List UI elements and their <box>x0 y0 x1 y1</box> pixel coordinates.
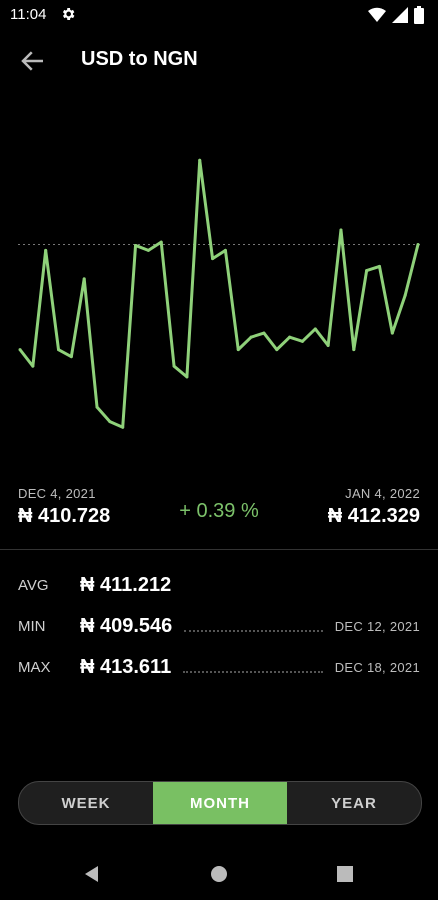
dotted-leader <box>184 630 323 632</box>
data-point <box>69 355 73 359</box>
tab-month[interactable]: MONTH <box>153 782 287 824</box>
data-point <box>326 343 330 347</box>
data-point <box>44 248 48 252</box>
stat-min-row: MIN ₦ 409.546 DEC 12, 2021 <box>18 614 420 638</box>
period-selector: WEEK MONTH YEAR <box>18 781 422 825</box>
data-point <box>390 331 394 335</box>
dotted-leader <box>183 671 323 673</box>
start-date: DEC 4, 2021 <box>18 486 96 501</box>
data-point <box>95 405 99 409</box>
app-bar: USD to NGN <box>0 34 438 90</box>
battery-icon <box>414 6 424 24</box>
data-point <box>249 335 253 339</box>
stat-avg-label: AVG <box>18 576 49 594</box>
data-point <box>416 242 420 246</box>
data-point <box>223 248 227 252</box>
wifi-icon <box>368 7 386 23</box>
stat-avg-row: AVG ₦ 411.212 <box>18 573 420 597</box>
recents-square-icon[interactable] <box>333 862 357 886</box>
data-point <box>198 158 202 162</box>
end-date: JAN 4, 2022 <box>345 486 420 501</box>
status-bar: 11:04 <box>0 0 438 30</box>
data-point <box>288 335 292 339</box>
tab-week[interactable]: WEEK <box>19 782 153 824</box>
system-nav-bar <box>0 850 438 900</box>
data-point <box>18 348 22 352</box>
data-point <box>134 243 138 247</box>
data-point <box>82 277 86 281</box>
data-point <box>108 420 112 424</box>
stat-min-value: ₦ 409.546 <box>80 614 173 637</box>
data-point <box>339 228 343 232</box>
stat-max-label: MAX <box>18 658 51 676</box>
arrow-left-icon[interactable] <box>18 46 48 76</box>
range-end: JAN 4, 2022 ₦ 412.329 <box>328 486 420 528</box>
rate-series-line <box>18 158 420 429</box>
data-point <box>57 348 61 352</box>
data-point <box>31 364 35 368</box>
stat-max-row: MAX ₦ 413.611 DEC 18, 2021 <box>18 655 420 679</box>
data-point <box>365 269 369 273</box>
rate-line-chart[interactable] <box>0 105 438 465</box>
data-point <box>146 248 150 252</box>
stat-max-value: ₦ 413.611 <box>80 655 172 678</box>
stat-min-label: MIN <box>18 617 46 635</box>
divider <box>0 549 438 550</box>
data-point <box>172 364 176 368</box>
data-point <box>159 240 163 244</box>
back-triangle-icon[interactable] <box>80 862 104 886</box>
data-point <box>300 339 304 343</box>
data-point <box>121 425 125 429</box>
stat-min-date: DEC 12, 2021 <box>334 618 420 634</box>
stat-avg-value: ₦ 411.212 <box>80 573 172 596</box>
gear-icon <box>62 8 75 20</box>
data-point <box>377 264 381 268</box>
data-point <box>403 293 407 297</box>
data-point <box>211 257 215 261</box>
page-title: USD to NGN <box>81 48 198 70</box>
data-point <box>352 348 356 352</box>
tab-year[interactable]: YEAR <box>287 782 421 824</box>
signal-icon <box>392 7 408 23</box>
stat-max-date: DEC 18, 2021 <box>334 659 420 675</box>
end-value: ₦ 412.329 <box>327 505 420 527</box>
data-point <box>262 331 266 335</box>
data-point <box>236 348 240 352</box>
data-point <box>185 375 189 379</box>
data-point <box>313 327 317 331</box>
home-circle-icon[interactable] <box>207 862 231 886</box>
status-time: 11:04 <box>10 6 47 23</box>
data-point <box>275 348 279 352</box>
